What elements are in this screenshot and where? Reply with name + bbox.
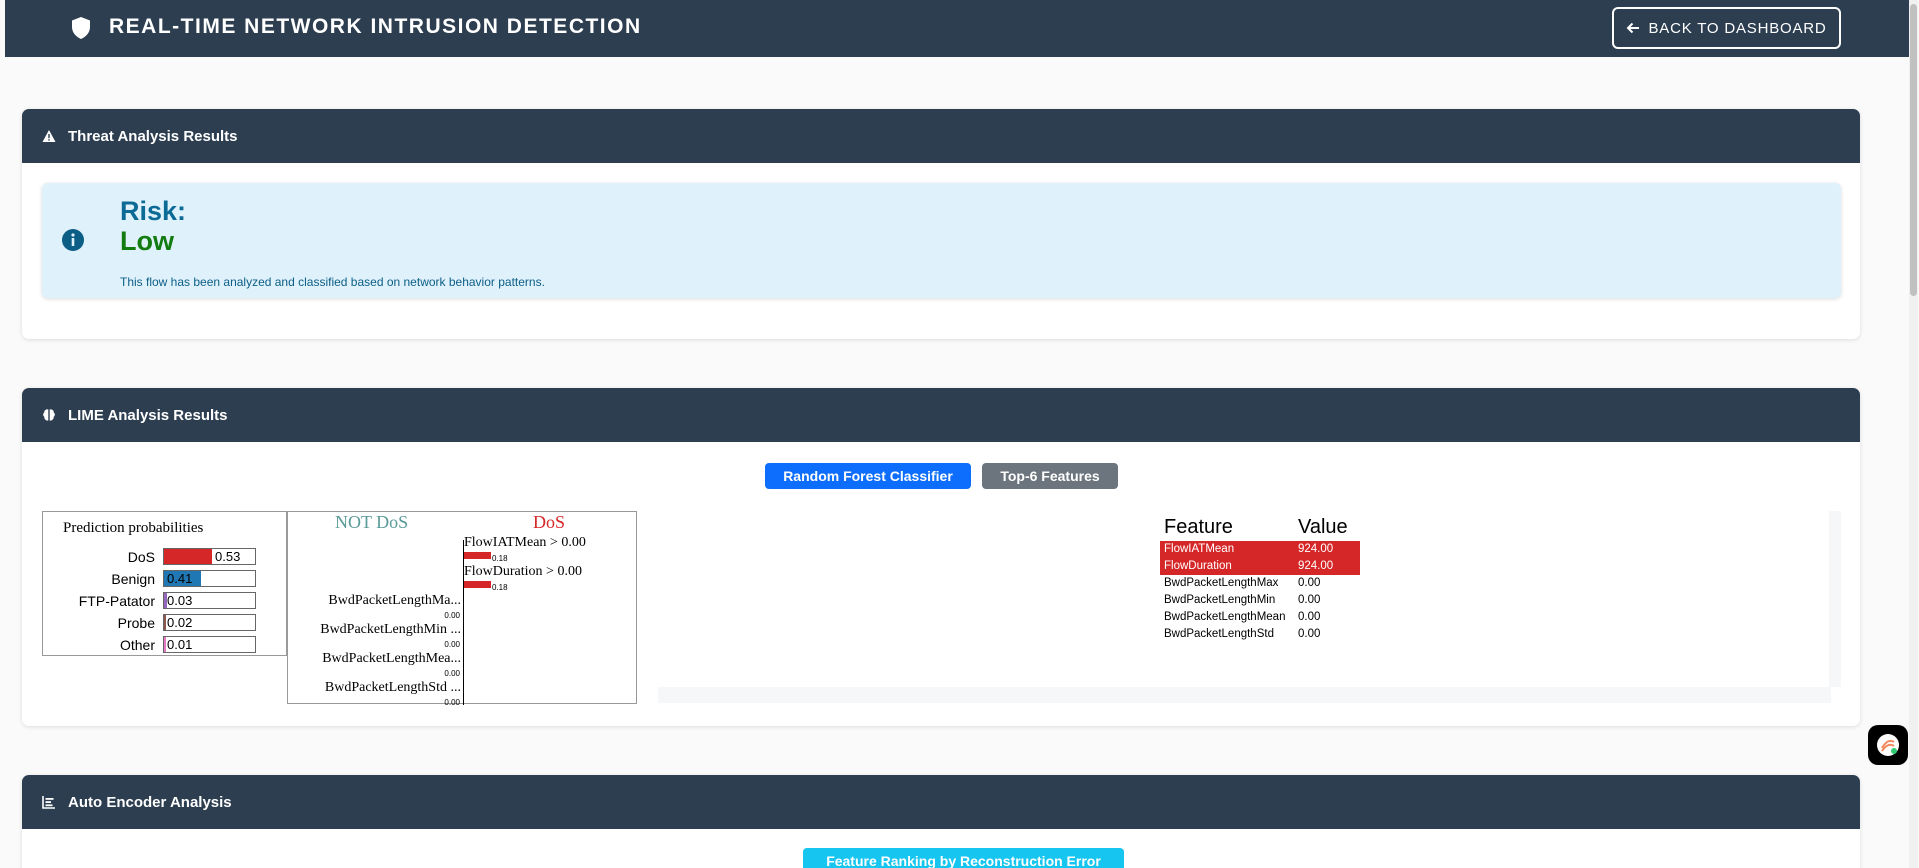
feature-table-row: BwdPacketLengthMax 0.00 (1160, 575, 1360, 592)
risk-label: Risk: (120, 196, 187, 226)
page-scrollbar[interactable] (1909, 0, 1918, 868)
autoencoder-analysis-title: Auto Encoder Analysis (68, 793, 232, 811)
feature-table-header: Feature Value (1160, 511, 1360, 541)
threat-analysis-title: Threat Analysis Results (68, 127, 238, 145)
feature-name-cell: BwdPacketLengthStd (1164, 628, 1274, 640)
prediction-probabilities-panel: Prediction probabilities DoS 0.53 Benign 0.… (42, 511, 287, 656)
probability-value: 0.53 (215, 549, 241, 564)
probability-bar (164, 615, 166, 630)
probability-bar (164, 637, 166, 652)
lime-analysis-title: LIME Analysis Results (68, 406, 228, 424)
prediction-probabilities-title: Prediction probabilities (63, 520, 204, 536)
top-navbar: REAL-TIME NETWORK INTRUSION DETECTION BA… (5, 0, 1909, 57)
explanation-positive-feature: FlowDuration > 0.00 0.18 (464, 564, 582, 592)
probability-value: 0.02 (167, 615, 193, 630)
feature-value-cell: 0.00 (1298, 628, 1321, 640)
probability-bar (164, 549, 212, 564)
top-6-features-button[interactable]: Top-6 Features (982, 463, 1118, 489)
dos-heading: DoS (533, 512, 566, 532)
probability-row: Other 0.01 (43, 636, 288, 654)
back-button-label: BACK TO DASHBOARD (1648, 19, 1827, 37)
feature-value-cell: 924.00 (1298, 543, 1334, 555)
explanation-feature-name: FlowDuration > 0.00 (464, 564, 582, 579)
probability-row: Benign 0.41 (43, 570, 288, 588)
explanation-negative-feature: BwdPacketLengthMin ... 0.00 (320, 622, 461, 649)
chat-widget-button[interactable] (1868, 725, 1908, 765)
explanation-weight-value: 0.00 (444, 640, 460, 649)
explanation-feature-name: BwdPacketLengthMin ... (320, 622, 461, 637)
probability-label: Probe (117, 615, 155, 631)
brain-icon (43, 409, 55, 421)
probability-label: DoS (127, 549, 155, 565)
lime-explanation: Prediction probabilities DoS 0.53 Benign 0.… (42, 511, 1841, 707)
explanation-feature-name: BwdPacketLengthMea... (322, 651, 461, 666)
feature-name-cell: FlowIATMean (1164, 543, 1235, 555)
chat-widget-icon (1877, 734, 1899, 756)
feature-value-cell: 0.00 (1298, 577, 1321, 589)
value-column-header: Value (1298, 516, 1348, 538)
lime-frame-shade-bottom (658, 687, 1831, 703)
probability-row: FTP-Patator 0.03 (43, 592, 288, 610)
feature-name-cell: FlowDuration (1164, 560, 1232, 572)
feature-table-row: BwdPacketLengthStd 0.00 (1160, 626, 1360, 643)
feature-name-cell: BwdPacketLengthMin (1164, 594, 1276, 606)
risk-value: Low (120, 226, 174, 256)
explanation-feature-name: BwdPacketLengthStd ... (324, 680, 461, 695)
random-forest-classifier-button[interactable]: Random Forest Classifier (765, 463, 971, 489)
feature-table-row: FlowIATMean 924.00 (1160, 541, 1360, 558)
not-dos-heading: NOT DoS (335, 512, 409, 532)
explanation-negative-feature: BwdPacketLengthStd ... 0.00 (324, 680, 461, 707)
probability-row: Probe 0.02 (43, 614, 288, 632)
warning-icon (42, 130, 56, 142)
autoencoder-analysis-card: Auto Encoder Analysis Feature Ranking by… (22, 775, 1860, 868)
arrow-left-icon (1627, 22, 1640, 34)
explanation-weight-value: 0.00 (444, 698, 460, 707)
feature-value-cell: 924.00 (1298, 560, 1334, 572)
info-icon (62, 229, 84, 251)
explanation-weight-value: 0.18 (492, 583, 508, 592)
explanation-positive-feature: FlowIATMean > 0.00 0.18 (464, 535, 586, 563)
feature-name-cell: BwdPacketLengthMean (1164, 611, 1286, 623)
feature-value-cell: 0.00 (1298, 611, 1321, 623)
lime-analysis-header: LIME Analysis Results (22, 388, 1860, 442)
explanation-negative-feature: BwdPacketLengthMa... 0.00 (328, 593, 461, 620)
feature-table-row: BwdPacketLengthMean 0.00 (1160, 609, 1360, 626)
page-title: REAL-TIME NETWORK INTRUSION DETECTION (109, 15, 642, 38)
explanation-weight-value: 0.00 (444, 611, 460, 620)
explanation-feature-name: BwdPacketLengthMa... (328, 593, 461, 608)
probability-value: 0.01 (167, 637, 193, 652)
autoencoder-analysis-header: Auto Encoder Analysis (22, 775, 1860, 829)
probability-row: DoS 0.53 (43, 548, 288, 566)
probability-value: 0.41 (167, 571, 193, 586)
explanation-weight-bar (464, 552, 491, 559)
explanation-weight-value: 0.00 (444, 669, 460, 678)
threat-analysis-header: Threat Analysis Results (22, 109, 1860, 163)
explanation-feature-name: FlowIATMean > 0.00 (464, 535, 586, 550)
probability-label: Other (119, 637, 155, 653)
feature-table-row: FlowDuration 924.00 (1160, 558, 1360, 575)
lime-analysis-card: LIME Analysis Results Random Forest Clas… (22, 388, 1860, 726)
feature-value-table: Feature Value FlowIATMean 924.00 FlowDurat… (1160, 511, 1360, 643)
probability-label: FTP-Patator (78, 593, 155, 609)
feature-value-cell: 0.00 (1298, 594, 1321, 606)
explanation-negative-feature: BwdPacketLengthMea... 0.00 (322, 651, 461, 678)
feature-table-row: BwdPacketLengthMin 0.00 (1160, 592, 1360, 609)
feature-column-header: Feature (1164, 516, 1233, 538)
feature-ranking-button[interactable]: Feature Ranking by Reconstruction Error (803, 848, 1124, 868)
threat-analysis-card: Threat Analysis Results Risk: Low This f… (22, 109, 1860, 339)
scrollbar-thumb[interactable] (1910, 4, 1917, 296)
probability-bar-frame (163, 548, 256, 565)
lime-frame-shade-right (1829, 511, 1841, 687)
shield-icon (72, 17, 90, 39)
risk-description: This flow has been analyzed and classifi… (120, 275, 545, 289)
feature-name-cell: BwdPacketLengthMax (1164, 577, 1279, 589)
probability-value: 0.03 (167, 593, 193, 608)
risk-alert: Risk: Low This flow has been analyzed an… (42, 183, 1841, 298)
probability-label: Benign (111, 571, 155, 587)
bar-chart-icon (42, 796, 55, 809)
back-to-dashboard-button[interactable]: BACK TO DASHBOARD (1612, 7, 1841, 49)
explanation-weight-value: 0.18 (492, 554, 508, 563)
lime-explanation-chart: NOT DoS DoS FlowIATMean > 0.00 0.18 FlowDu… (287, 511, 637, 707)
explanation-weight-bar (464, 581, 491, 588)
